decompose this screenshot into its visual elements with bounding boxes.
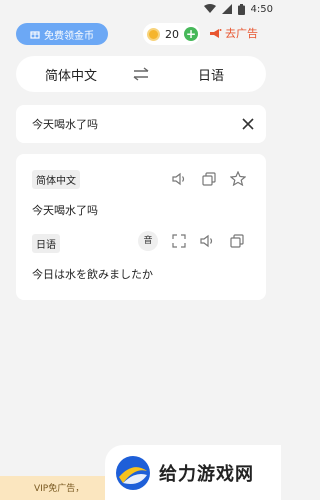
swap-languages-icon[interactable] [132, 67, 150, 81]
source-language[interactable]: 简体中文 [16, 65, 126, 84]
coin-count: 20 [165, 27, 179, 41]
header-row: 免费领金币 20 + 去广告 [0, 22, 281, 46]
gift-icon [30, 31, 40, 39]
input-card[interactable]: 今天喝水了吗 [16, 105, 266, 143]
target-text: 今日は水を飲みましたか [32, 268, 153, 281]
clear-icon[interactable] [242, 118, 254, 130]
copy-icon[interactable] [202, 171, 216, 186]
pronunciation-button[interactable]: 音 [138, 231, 158, 251]
target-language[interactable]: 日语 [156, 65, 266, 84]
target-actions: 音 [138, 231, 244, 251]
input-text[interactable]: 今天喝水了吗 [32, 116, 98, 132]
coin-icon [147, 27, 160, 41]
copy-icon[interactable] [230, 234, 244, 248]
wifi-icon [203, 4, 216, 13]
watermark-text: 给力游戏网 [159, 463, 254, 485]
coin-balance[interactable]: 20 + [143, 23, 200, 45]
speaker-icon[interactable] [200, 234, 216, 248]
source-actions [172, 171, 246, 186]
fullscreen-icon[interactable] [172, 234, 186, 248]
vip-label: VIP免广告， [34, 484, 85, 494]
watermark-logo-icon [116, 455, 150, 490]
remove-ads-button[interactable]: 去广告 [209, 25, 258, 41]
signal-icon [221, 4, 232, 14]
status-bar: 4:50 [0, 0, 281, 18]
free-coins-label: 免费领金币 [44, 30, 94, 42]
source-language-tag: 简体中文 [32, 170, 80, 189]
free-coins-button[interactable]: 免费领金币 [16, 23, 108, 45]
target-language-tag: 日语 [32, 234, 60, 253]
status-time: 4:50 [250, 3, 273, 15]
speaker-icon[interactable] [172, 172, 188, 186]
source-text: 今天喝水了吗 [32, 204, 98, 217]
battery-icon [237, 3, 245, 15]
language-selector: 简体中文 日语 [16, 56, 266, 92]
add-coin-icon[interactable]: + [184, 27, 198, 41]
result-card: 简体中文 今天喝水了吗 日语 音 今日は水を飲みましたか [16, 154, 266, 300]
favorite-star-icon[interactable] [230, 171, 246, 186]
remove-ads-label: 去广告 [225, 27, 258, 40]
watermark: 给力游戏网 [105, 445, 281, 500]
ad-megaphone-icon [210, 28, 222, 38]
